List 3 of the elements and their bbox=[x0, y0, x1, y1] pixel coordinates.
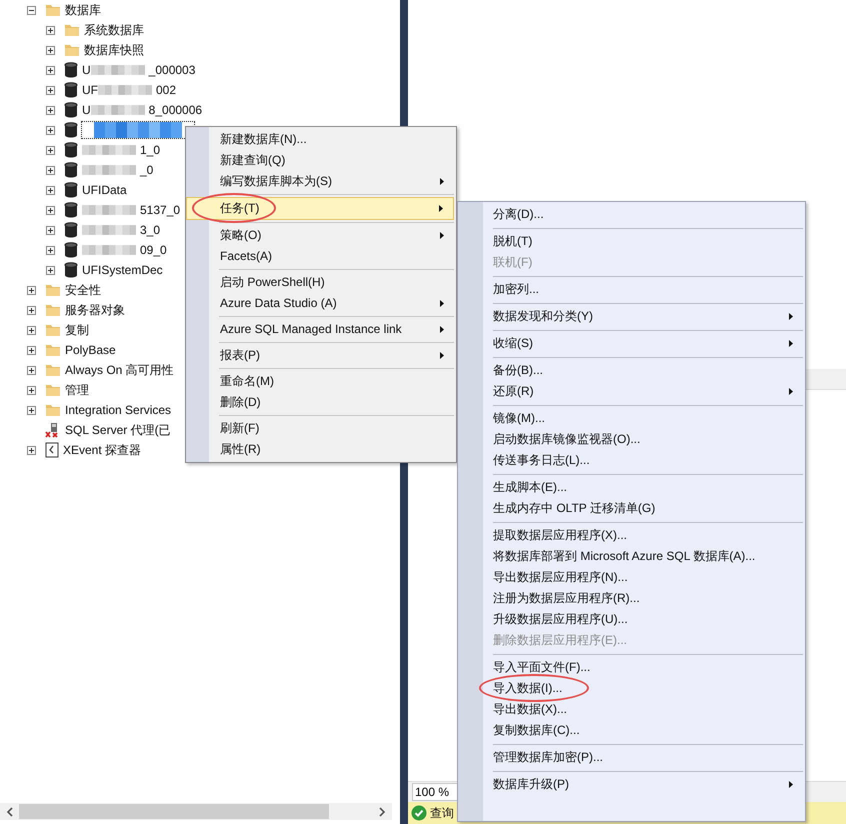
status-text: 查询 bbox=[430, 804, 454, 822]
menu-item: 联机(F) bbox=[492, 254, 534, 271]
menu-item: 删除数据层应用程序(E)... bbox=[492, 632, 628, 649]
